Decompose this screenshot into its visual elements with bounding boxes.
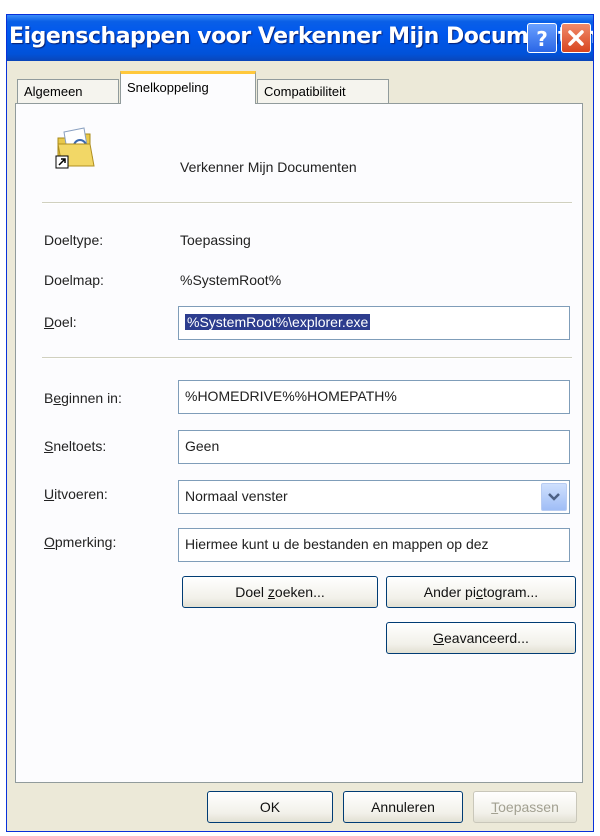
tab-snelkoppeling[interactable]: Snelkoppeling xyxy=(120,71,256,104)
beginnen-in-input[interactable]: %HOMEDRIVE%%HOMEPATH% xyxy=(178,380,570,414)
properties-dialog: Eigenschappen voor Verkenner Mijn Docume… xyxy=(6,14,594,832)
tab-panel: Verkenner Mijn Documenten Doeltype: Toep… xyxy=(15,103,583,783)
shortcut-name: Verkenner Mijn Documenten xyxy=(180,159,357,175)
window-title: Eigenschappen voor Verkenner Mijn Docume… xyxy=(9,24,594,49)
doelmap-label: Doelmap: xyxy=(44,272,104,288)
uitvoeren-select[interactable]: Normaal venster xyxy=(178,480,570,514)
ander-pictogram-button[interactable]: Ander pictogram... xyxy=(386,576,576,608)
opmerking-input[interactable]: Hiermee kunt u de bestanden en mappen op… xyxy=(178,528,570,562)
opmerking-label: Opmerking: xyxy=(44,534,117,550)
title-bar[interactable]: Eigenschappen voor Verkenner Mijn Docume… xyxy=(7,15,593,61)
annuleren-button[interactable]: Annuleren xyxy=(343,791,463,823)
separator xyxy=(42,202,572,204)
separator xyxy=(42,357,572,359)
geavanceerd-button[interactable]: Geavanceerd... xyxy=(386,622,576,654)
chevron-down-icon xyxy=(548,493,560,501)
close-button[interactable] xyxy=(561,23,591,53)
svg-text:?: ? xyxy=(536,27,548,51)
uitvoeren-label: Uitvoeren: xyxy=(44,486,108,502)
doelmap-value: %SystemRoot% xyxy=(180,272,282,288)
tab-compatibiliteit[interactable]: Compatibiliteit xyxy=(257,79,389,103)
doel-zoeken-button[interactable]: Doel zoeken... xyxy=(182,576,378,608)
sneltoets-label: Sneltoets: xyxy=(44,438,107,454)
toepassen-button[interactable]: Toepassen xyxy=(473,791,577,823)
close-icon xyxy=(568,30,584,46)
dropdown-arrow-button[interactable] xyxy=(541,483,567,511)
doel-input[interactable]: %SystemRoot%\explorer.exe xyxy=(178,306,570,340)
folder-shortcut-icon xyxy=(55,127,95,169)
uitvoeren-value: Normaal venster xyxy=(185,488,288,504)
ok-button[interactable]: OK xyxy=(207,791,333,823)
sneltoets-input[interactable]: Geen xyxy=(178,430,570,464)
doel-value: %SystemRoot%\explorer.exe xyxy=(185,314,371,330)
doel-label: Doel: xyxy=(44,314,77,330)
tab-algemeen[interactable]: Algemeen xyxy=(17,79,119,103)
beginnen-in-label: Beginnen in: xyxy=(44,390,122,406)
doeltype-value: Toepassing xyxy=(180,232,251,248)
help-button[interactable]: ? xyxy=(527,23,557,53)
question-mark-icon: ? xyxy=(536,27,548,51)
doeltype-label: Doeltype: xyxy=(44,232,104,248)
